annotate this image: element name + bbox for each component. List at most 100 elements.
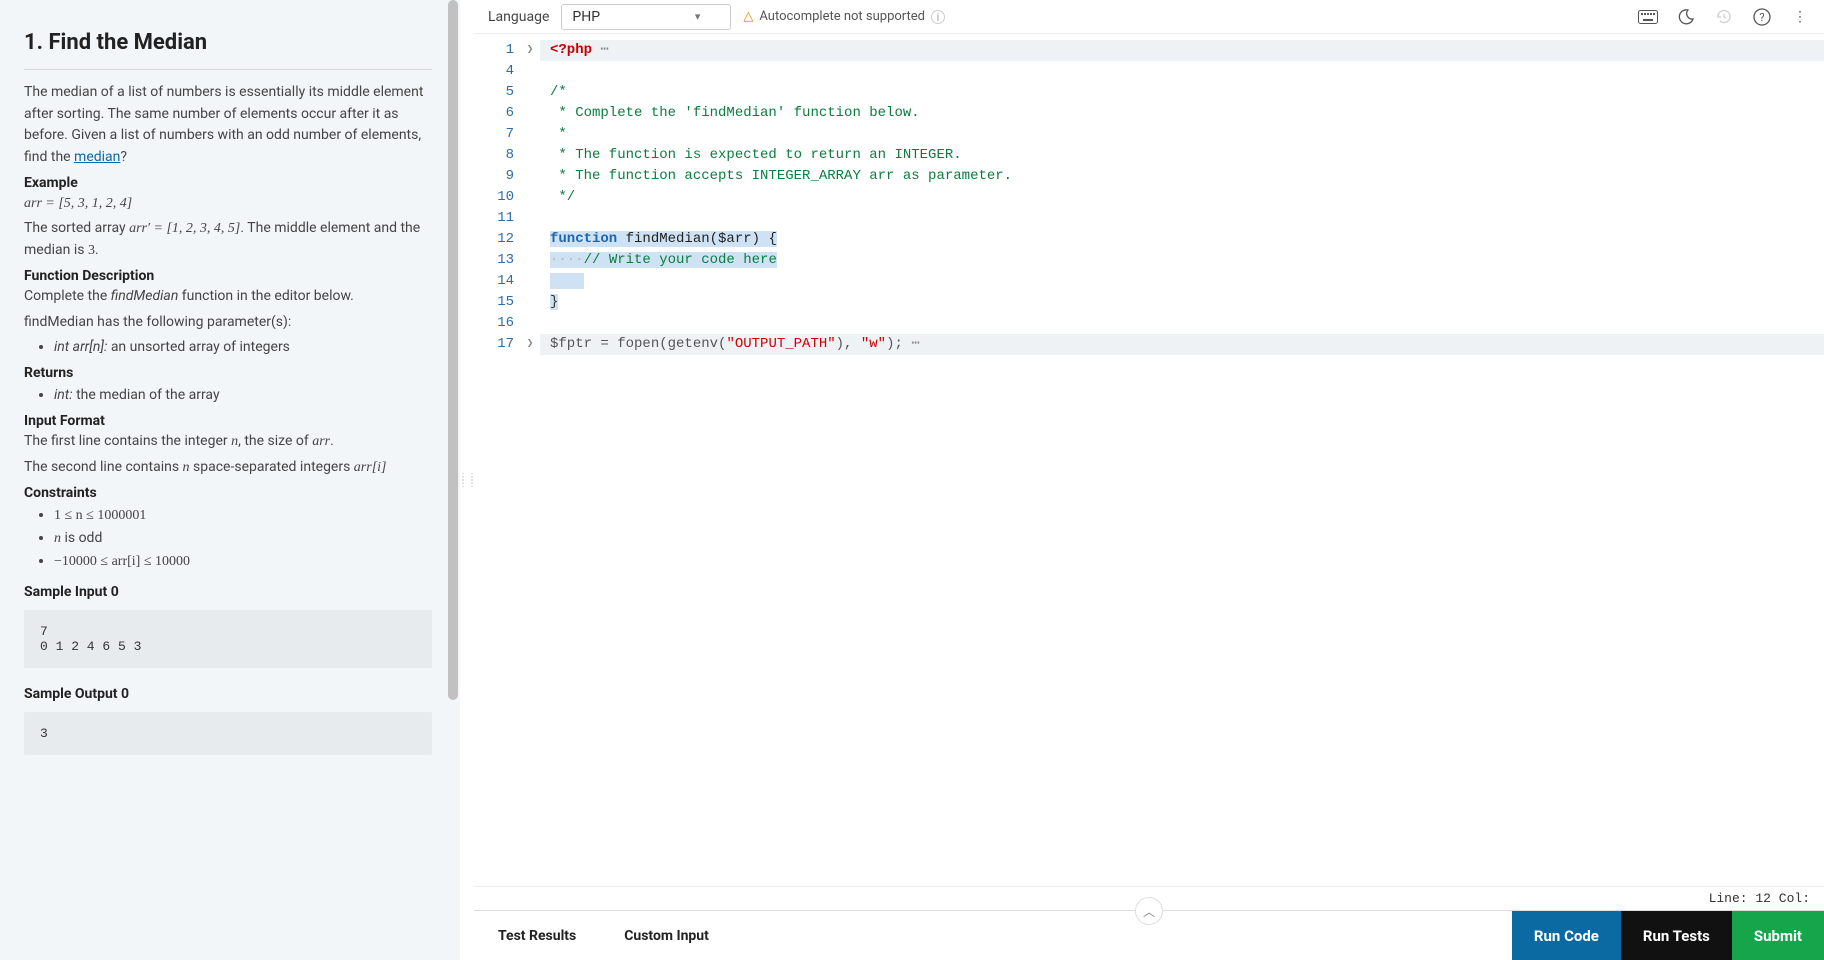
panel-splitter[interactable]: ⋮⋮⋮⋮⋮⋮ xyxy=(460,0,474,960)
line-gutter: 1 4 5 6 7 8 9 10 11 12 13 14 15 16 17 xyxy=(474,34,520,886)
toolbar-icons: ? ⋮ xyxy=(1638,7,1810,27)
median-link[interactable]: median xyxy=(74,149,120,165)
input-line2: The second line contains n space-separat… xyxy=(24,457,432,479)
fold-gutter: ❯ ❯ xyxy=(520,34,540,886)
help-icon[interactable]: ? xyxy=(1752,7,1772,27)
comment: * The function is expected to return an … xyxy=(550,147,962,163)
language-value: PHP xyxy=(572,9,600,25)
text: . xyxy=(330,433,334,449)
comment: /* xyxy=(550,84,567,100)
line-number: 5 xyxy=(474,82,514,103)
submit-button[interactable]: Submit xyxy=(1732,911,1824,960)
whitespace: ···· xyxy=(550,252,584,268)
sample-output-heading: Sample Output 0 xyxy=(24,686,432,702)
returns-label: int: xyxy=(54,387,73,403)
params-list: int arr[n]: an unsorted array of integer… xyxy=(24,339,432,355)
tab-test-results[interactable]: Test Results xyxy=(474,911,600,960)
code-line: * xyxy=(540,124,1824,145)
brace: } xyxy=(550,294,558,310)
sorted-arr: arr′ = [1, 2, 3, 4, 5] xyxy=(129,221,240,236)
tab-custom-input[interactable]: Custom Input xyxy=(600,911,733,960)
text: The first line contains the integer xyxy=(24,433,231,449)
history-icon[interactable] xyxy=(1714,7,1734,27)
var-arr: arr xyxy=(312,434,330,449)
constraints-list: 1 ≤ n ≤ 1000001 n is odd −10000 ≤ arr[i]… xyxy=(24,507,432,570)
warning-icon: △ xyxy=(743,9,753,24)
editor-panel: Language PHP ▾ △ Autocomplete not suppor… xyxy=(474,0,1824,960)
fold-ellipsis-icon: ⋯ xyxy=(911,336,917,352)
code-line: function findMedian($arr) { xyxy=(540,229,1824,250)
text: space-separated integers xyxy=(190,459,354,475)
var-arri: arr[i] xyxy=(354,460,387,475)
code-line xyxy=(540,208,1824,229)
line-number: 8 xyxy=(474,145,514,166)
language-select[interactable]: PHP ▾ xyxy=(561,4,731,30)
sample-output-block: 3 xyxy=(24,712,432,755)
line-number: 13 xyxy=(474,250,514,271)
param-item: int arr[n]: an unsorted array of integer… xyxy=(54,339,432,355)
code-area[interactable]: <?php ⋯ /* * Complete the 'findMedian' f… xyxy=(540,34,1824,886)
fn-desc-line1: Complete the findMedian function in the … xyxy=(24,286,432,308)
fn-sig: findMedian($arr) { xyxy=(617,231,777,247)
fold-ellipsis-icon: ⋯ xyxy=(600,42,606,58)
comment: * Complete the 'findMedian' function bel… xyxy=(550,105,920,121)
code-text: ); xyxy=(886,336,903,352)
var-n: n xyxy=(54,531,61,546)
constraint-3: −10000 ≤ arr[i] ≤ 10000 xyxy=(54,554,190,569)
example-arr: arr = [5, 3, 1, 2, 4] xyxy=(24,196,132,211)
text: Complete the xyxy=(24,288,111,304)
constraint-1: 1 ≤ n ≤ 1000001 xyxy=(54,508,146,523)
fn-name: findMedian xyxy=(111,288,179,304)
median-val: 3 xyxy=(88,243,95,258)
line-number: 10 xyxy=(474,187,514,208)
constraints-heading: Constraints xyxy=(24,485,432,501)
text: , the size of xyxy=(238,433,312,449)
input-format-heading: Input Format xyxy=(24,413,432,429)
svg-text:?: ? xyxy=(1759,11,1764,24)
scrollbar-thumb[interactable] xyxy=(448,0,458,700)
line-number: 17 xyxy=(474,334,514,355)
code-line: $fptr = fopen(getenv("OUTPUT_PATH"), "w"… xyxy=(540,334,1824,355)
sample-input-heading: Sample Input 0 xyxy=(24,584,432,600)
code-line: ····// Write your code here xyxy=(540,250,1824,271)
keyword: function xyxy=(550,231,617,247)
code-line: } xyxy=(540,292,1824,313)
fold-toggle[interactable]: ❯ xyxy=(520,40,540,61)
line-number: 6 xyxy=(474,103,514,124)
string: "OUTPUT_PATH" xyxy=(726,336,835,352)
text: function in the editor below. xyxy=(178,288,354,304)
comment: * The function accepts INTEGER_ARRAY arr… xyxy=(550,168,1012,184)
returns-heading: Returns xyxy=(24,365,432,381)
comment: * xyxy=(550,126,567,142)
code-editor[interactable]: 1 4 5 6 7 8 9 10 11 12 13 14 15 16 17 ❯ … xyxy=(474,34,1824,886)
php-open-tag: <?php xyxy=(550,42,592,58)
kebab-menu-icon[interactable]: ⋮ xyxy=(1790,7,1810,27)
constraint-item: n is odd xyxy=(54,530,432,547)
desc-suffix: ? xyxy=(120,149,127,165)
line-number: 1 xyxy=(474,40,514,61)
run-code-button[interactable]: Run Code xyxy=(1512,911,1621,960)
line-number: 4 xyxy=(474,61,514,82)
comment: // Write your code here xyxy=(584,252,777,268)
param-label: int arr[n]: xyxy=(54,339,107,355)
line-number: 9 xyxy=(474,166,514,187)
text: The sorted array xyxy=(24,220,129,236)
moon-icon[interactable] xyxy=(1676,7,1696,27)
chevron-down-icon: ▾ xyxy=(695,10,701,23)
example-heading: Example xyxy=(24,175,432,191)
code-line: */ xyxy=(540,187,1824,208)
line-number: 12 xyxy=(474,229,514,250)
line-number: 16 xyxy=(474,313,514,334)
comment: */ xyxy=(550,189,575,205)
text: . xyxy=(95,242,99,258)
constraint-item: 1 ≤ n ≤ 1000001 xyxy=(54,507,432,524)
fold-toggle[interactable]: ❯ xyxy=(520,334,540,355)
info-icon[interactable]: i xyxy=(931,10,945,24)
constraint-item: −10000 ≤ arr[i] ≤ 10000 xyxy=(54,553,432,570)
text: The second line contains xyxy=(24,459,183,475)
collapse-panel-button[interactable]: ︿ xyxy=(1135,897,1163,925)
code-line: * Complete the 'findMedian' function bel… xyxy=(540,103,1824,124)
keyboard-icon[interactable] xyxy=(1638,7,1658,27)
code-text: ), xyxy=(836,336,861,352)
run-tests-button[interactable]: Run Tests xyxy=(1621,911,1732,960)
